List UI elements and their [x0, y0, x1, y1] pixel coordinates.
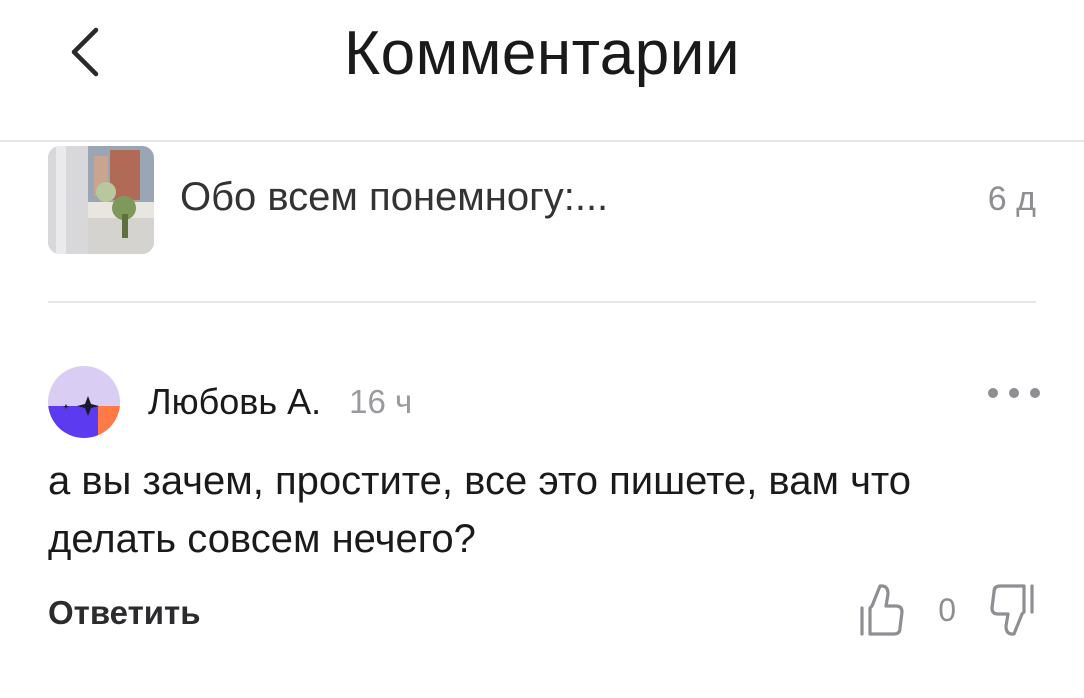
- post-title: Обо всем понемногу:...: [180, 174, 609, 219]
- divider: [48, 301, 1036, 303]
- dot-icon: [1030, 388, 1040, 398]
- page-title: Комментарии: [344, 19, 740, 88]
- dot-icon: [1009, 388, 1019, 398]
- thumbs-up-icon[interactable]: [858, 582, 906, 638]
- post-age: 6 д: [987, 179, 1036, 218]
- like-count: 0: [938, 591, 956, 628]
- comment-author[interactable]: Любовь А.: [148, 381, 321, 423]
- more-options-button[interactable]: [988, 378, 1040, 408]
- post-thumbnail: [48, 146, 154, 254]
- thumbs-down-icon[interactable]: [988, 582, 1036, 638]
- post-preview[interactable]: Обо всем понемногу:... 6 д: [48, 145, 1036, 255]
- comment-header: Любовь А. 16 ч: [48, 364, 1040, 440]
- dot-icon: [988, 388, 998, 398]
- vote-controls: 0: [858, 578, 1036, 642]
- reply-button[interactable]: Ответить: [48, 594, 201, 632]
- header: Комментарии: [0, 0, 1084, 142]
- comment-text: а вы зачем, простите, все это пишете, ва…: [48, 459, 912, 561]
- avatar[interactable]: [48, 366, 120, 438]
- comment-time: 16 ч: [349, 383, 413, 420]
